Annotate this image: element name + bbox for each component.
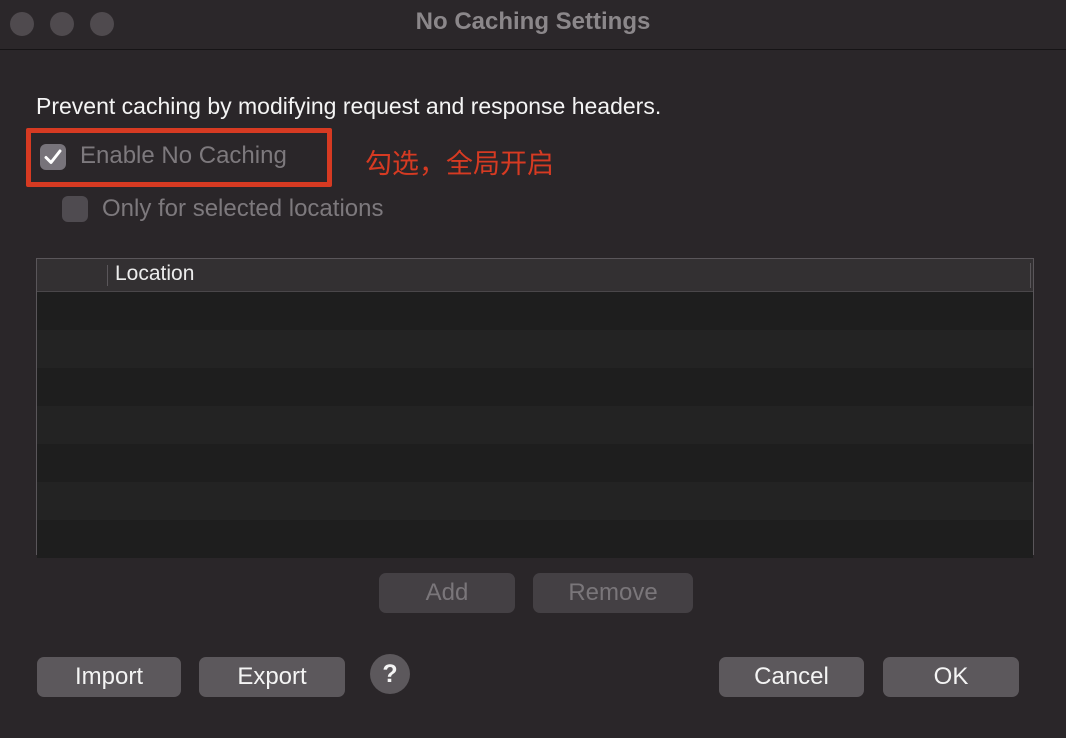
add-button[interactable]: Add <box>379 573 515 613</box>
help-button[interactable]: ? <box>370 654 410 694</box>
description-text: Prevent caching by modifying request and… <box>36 93 662 119</box>
cancel-button[interactable]: Cancel <box>719 657 864 697</box>
column-divider <box>107 265 108 286</box>
locations-table[interactable]: Location <box>36 258 1034 558</box>
window-title: No Caching Settings <box>415 8 651 35</box>
empty-row <box>37 444 1033 482</box>
only-selected-locations-label[interactable]: Only for selected locations <box>102 195 383 223</box>
enable-no-caching-checkbox[interactable] <box>40 144 66 170</box>
table-header: Location <box>37 259 1033 292</box>
empty-row <box>37 330 1033 368</box>
enable-no-caching-label[interactable]: Enable No Caching <box>80 142 287 170</box>
empty-row <box>37 292 1033 330</box>
only-selected-locations-checkbox[interactable] <box>62 196 88 222</box>
empty-row <box>37 520 1033 558</box>
column-header-location[interactable]: Location <box>115 262 194 286</box>
import-button[interactable]: Import <box>37 657 181 697</box>
remove-button[interactable]: Remove <box>533 573 693 613</box>
title-bar: No Caching Settings <box>0 0 1066 50</box>
table-body <box>37 292 1033 558</box>
empty-row <box>37 482 1033 520</box>
annotation-text: 勾选，全局开启 <box>365 149 554 179</box>
empty-row <box>37 368 1033 406</box>
export-button[interactable]: Export <box>199 657 345 697</box>
checkmark-icon <box>44 149 62 164</box>
ok-button[interactable]: OK <box>883 657 1019 697</box>
empty-row <box>37 406 1033 444</box>
column-divider <box>1030 263 1031 288</box>
